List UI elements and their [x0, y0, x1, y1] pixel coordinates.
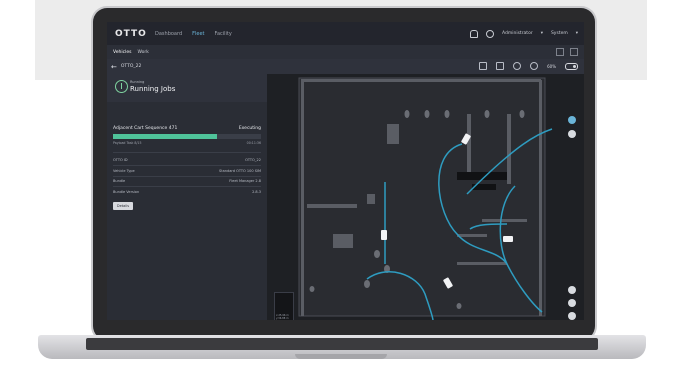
info-label: OTTO ID — [113, 158, 128, 162]
job-state: Executing — [238, 126, 261, 131]
sub-nav: Vehicles Work — [107, 45, 584, 60]
status-label: Running — [130, 80, 145, 84]
locate-icon[interactable] — [568, 286, 576, 294]
robot-marker[interactable] — [381, 230, 387, 240]
status-title: Running Jobs — [130, 85, 176, 93]
panel-header: Running Running Jobs — [107, 74, 267, 102]
info-row-otto-id: OTTO ID OTTO_22 — [113, 158, 261, 162]
pin-icon[interactable] — [530, 62, 539, 70]
minimap-coords: x:25.96 m y:36.88 m — [276, 314, 289, 320]
subnav-icons — [556, 48, 578, 56]
divider — [113, 176, 261, 177]
grid-icon[interactable] — [570, 48, 578, 56]
system-menu[interactable]: System — [551, 31, 568, 36]
info-row-vehicle-type: Vehicle Type Standard OTTO 100 SIM — [113, 169, 261, 173]
chevron-down-icon: ▾ — [575, 31, 578, 36]
info-value: 2.8.3 — [252, 190, 261, 194]
battery-percent: 60% — [547, 63, 556, 69]
edit-icon[interactable] — [568, 130, 576, 138]
vehicle-panel: Running Running Jobs Adjacent Cart Seque… — [107, 74, 267, 320]
toolbar-icons: 60% — [479, 62, 578, 70]
map-canvas — [298, 77, 553, 320]
chevron-down-icon: ▾ — [540, 31, 543, 36]
facility-map[interactable]: x:25.96 m y:36.88 m — [267, 74, 584, 320]
info-row-bundle: Bundle Fleet Manager 2.8 — [113, 179, 261, 183]
map-floor — [298, 77, 546, 317]
job-progress — [113, 134, 261, 139]
bell-icon[interactable] — [470, 29, 478, 38]
back-arrow-icon[interactable]: ← — [111, 63, 117, 71]
info-label: Bundle Version — [113, 190, 140, 194]
divider — [113, 152, 261, 153]
zoom-in-icon[interactable] — [568, 299, 576, 307]
tools-icon[interactable] — [479, 62, 488, 70]
divider — [113, 165, 261, 166]
info-value: Standard OTTO 100 SIM — [219, 169, 261, 173]
info-value: Fleet Manager 2.8 — [229, 179, 261, 183]
mini-map[interactable]: x:25.96 m y:36.88 m — [274, 292, 294, 320]
vehicle-breadcrumb: OTTO_22 — [120, 64, 142, 69]
nav-right: Administrator ▾ System ▾ — [470, 22, 578, 45]
info-value: OTTO_22 — [245, 158, 261, 162]
user-menu[interactable]: Administrator — [502, 31, 533, 36]
laptop-notch — [295, 354, 387, 359]
target-icon[interactable] — [513, 62, 522, 70]
laptop-screen: OTTO Dashboard Fleet Facility Administra… — [107, 22, 584, 320]
tab-work[interactable]: Work — [137, 50, 148, 55]
otto-logo: OTTO — [115, 28, 147, 39]
job-name: Adjacent Cart Sequence 471 — [113, 126, 178, 131]
laptop-keyboard — [86, 338, 598, 350]
vehicle-toolbar: ← OTTO_22 60% — [107, 59, 584, 74]
route-icon[interactable] — [496, 62, 505, 70]
info-label: Vehicle Type — [113, 169, 135, 173]
tab-vehicles[interactable]: Vehicles — [113, 50, 131, 55]
top-nav: OTTO Dashboard Fleet Facility Administra… — [107, 22, 584, 45]
job-timer: 00:11:36 — [246, 141, 261, 145]
divider — [113, 186, 261, 187]
nav-facility[interactable]: Facility — [215, 31, 232, 37]
running-status-icon — [115, 80, 128, 93]
job-row: Adjacent Cart Sequence 471 Executing — [113, 126, 261, 134]
info-label: Bundle — [113, 179, 126, 183]
robot-marker[interactable] — [503, 236, 513, 242]
job-progress-fill — [113, 134, 217, 139]
user-icon — [486, 29, 494, 38]
info-row-bundle-version: Bundle Version 2.8.3 — [113, 190, 261, 194]
details-button[interactable]: Details — [113, 202, 133, 210]
nav-fleet[interactable]: Fleet — [192, 31, 204, 37]
layout-icon[interactable] — [556, 48, 564, 56]
layers-icon[interactable] — [568, 116, 576, 124]
job-sub-row: Payload Task 8/15 00:11:36 — [113, 141, 261, 145]
battery-toggle[interactable] — [565, 62, 578, 70]
minimap-y: y:36.88 m — [276, 317, 289, 320]
zoom-out-icon[interactable] — [568, 312, 576, 320]
task-progress: Payload Task 8/15 — [113, 141, 142, 145]
nav-dashboard[interactable]: Dashboard — [155, 31, 182, 37]
